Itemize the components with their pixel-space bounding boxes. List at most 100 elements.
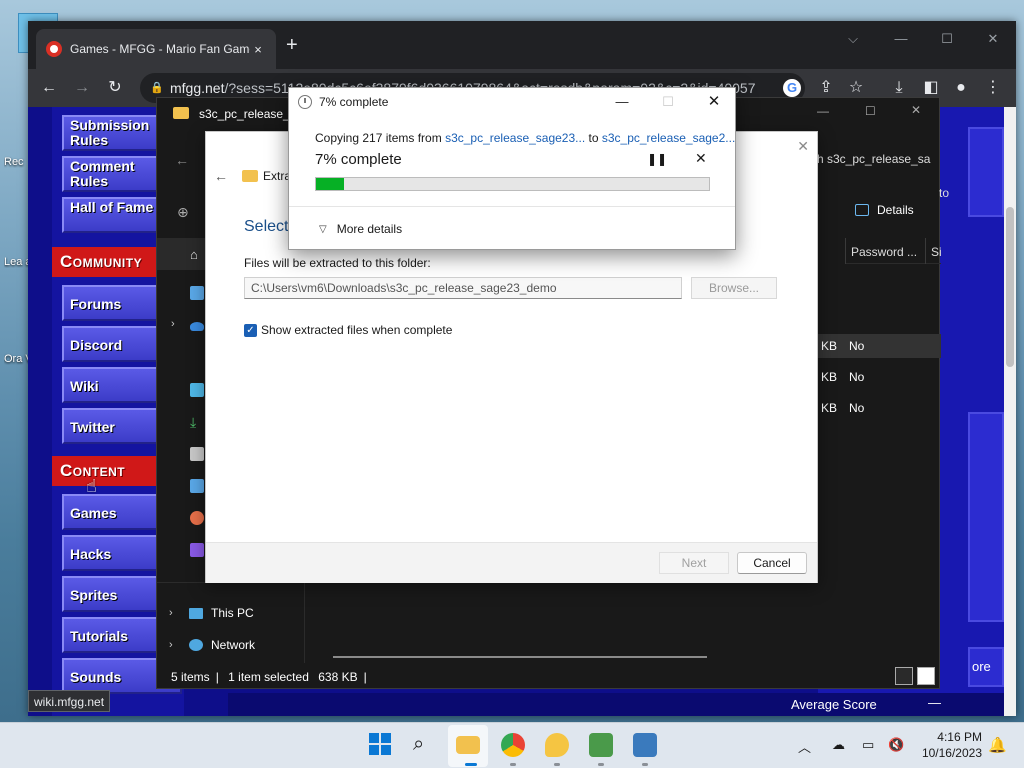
search-icon[interactable]: ⌕	[413, 733, 437, 757]
chat-taskbar-icon[interactable]	[545, 733, 569, 757]
videos-icon[interactable]	[190, 543, 204, 557]
url-host: mfgg.net	[170, 80, 225, 96]
wizard-close-icon[interactable]: ✕	[797, 138, 809, 155]
share-icon[interactable]: ⇪	[815, 77, 837, 99]
chevron-up-icon[interactable]: ︿	[798, 737, 811, 756]
destination-link[interactable]: s3c_pc_release_sage2...	[602, 131, 735, 145]
chrome-taskbar-icon[interactable]	[501, 733, 525, 757]
taskbar-clock[interactable]: 4:16 PM 10/16/2023	[912, 729, 982, 761]
app-taskbar-icon[interactable]	[589, 733, 613, 757]
pause-icon[interactable]: ❚❚	[647, 152, 667, 166]
documents-icon[interactable]	[190, 447, 204, 461]
folder-icon	[173, 107, 189, 119]
source-link[interactable]: s3c_pc_release_sage23...	[445, 131, 585, 145]
more-details-toggle[interactable]: ▽ More details	[319, 222, 402, 236]
browse-button[interactable]: Browse...	[691, 277, 777, 299]
progress-titlebar: 7% complete — ☐ ✕	[289, 88, 735, 116]
horizontal-scrollbar[interactable]	[333, 656, 707, 658]
status-separator: |	[215, 670, 219, 684]
desktop-folder-icon[interactable]	[190, 383, 204, 397]
close-button[interactable]: ✕	[970, 25, 1016, 53]
new-icon[interactable]: ⊕	[177, 204, 189, 221]
checkmark-icon[interactable]: ✓	[244, 323, 257, 337]
file-row[interactable]: KB No	[817, 396, 941, 420]
download-icon[interactable]: ⤓	[888, 77, 910, 99]
details-button[interactable]: Details	[855, 203, 914, 217]
maximize-button[interactable]: ☐	[924, 25, 970, 53]
downloads-icon[interactable]: ⤓	[190, 415, 204, 429]
password-column-header[interactable]: Password ...	[851, 245, 917, 259]
destination-path-input[interactable]: C:\Users\vm6\Downloads\s3c_pc_release_sa…	[244, 277, 682, 299]
google-icon[interactable]: G	[783, 79, 801, 97]
mfgg-panel	[968, 127, 1004, 217]
network-tray-icon[interactable]: ☁	[832, 737, 845, 753]
file-row[interactable]: KB No	[817, 365, 941, 389]
average-score-dash: —	[928, 695, 941, 710]
progress-close-button[interactable]: ✕	[691, 91, 737, 113]
nav-network[interactable]: › Network	[169, 638, 255, 652]
minimize-button[interactable]: —	[878, 25, 924, 53]
selection-count: 1 item selected	[228, 670, 309, 684]
running-indicator	[598, 763, 604, 766]
back-icon[interactable]: ←	[38, 77, 60, 99]
file-explorer-taskbar-icon[interactable]	[456, 736, 480, 754]
notification-bell-icon[interactable]: 🔔	[988, 736, 1007, 754]
size-column-header[interactable]: Si	[931, 245, 942, 259]
display-tray-icon[interactable]: ▭	[862, 737, 874, 753]
reload-icon[interactable]: ↻	[104, 77, 126, 99]
pictures-icon[interactable]	[190, 479, 204, 493]
menu-icon[interactable]: ⋮	[982, 77, 1004, 99]
page-scrollbar[interactable]	[1004, 107, 1016, 716]
monitor-taskbar-icon[interactable]	[633, 733, 657, 757]
explorer-back-icon[interactable]: ←	[175, 152, 189, 168]
explorer-partial-text: to	[939, 186, 950, 200]
show-files-checkbox[interactable]: ✓ Show extracted files when complete	[244, 323, 452, 337]
music-icon[interactable]	[190, 511, 204, 525]
clock-icon	[298, 95, 312, 109]
explorer-close-button[interactable]: ✕	[911, 103, 921, 117]
gallery-icon[interactable]	[190, 286, 204, 300]
explorer-search-box[interactable]: h s3c_pc_release_sa	[817, 152, 930, 166]
mouse-cursor-icon: ☝	[86, 476, 97, 496]
mfgg-panel	[968, 412, 1004, 622]
column-divider	[925, 238, 926, 264]
home-icon: ⌂	[190, 247, 198, 262]
wizard-footer: Next Cancel	[206, 542, 817, 583]
progress-bar-fill	[316, 178, 344, 190]
windows-start-icon[interactable]	[369, 733, 393, 757]
tab-search-chevron-icon[interactable]: ⌵	[830, 25, 876, 53]
new-tab-button[interactable]: +	[286, 35, 298, 55]
wizard-back-icon[interactable]: ←	[214, 168, 228, 184]
profile-icon[interactable]: ●	[950, 77, 972, 99]
tab-close-icon[interactable]: ×	[250, 42, 266, 57]
forward-icon[interactable]: →	[71, 77, 93, 99]
chevron-right-icon[interactable]: ›	[169, 639, 189, 651]
percent-complete-label: 7% complete	[315, 151, 402, 168]
progress-minimize-button[interactable]: —	[599, 91, 645, 113]
tab-strip: Games - MFGG - Mario Fan Games × + ⌵ — ☐…	[28, 21, 1016, 69]
file-row[interactable]: KB No	[817, 334, 941, 358]
expand-chevron-icon[interactable]: ›	[171, 318, 175, 330]
file-size: KB	[821, 339, 838, 353]
destination-label: Files will be extracted to this folder:	[244, 256, 431, 270]
wizard-cancel-button[interactable]: Cancel	[737, 552, 807, 574]
tiles-view-icon[interactable]	[917, 667, 935, 685]
volume-muted-icon[interactable]: 🔇	[888, 737, 904, 753]
bookmark-star-icon[interactable]: ☆	[845, 77, 867, 99]
nav-this-pc[interactable]: › This PC	[169, 606, 254, 620]
wizard-heading: Select	[244, 218, 289, 235]
onedrive-icon[interactable]	[190, 322, 204, 331]
next-button[interactable]: Next	[659, 552, 729, 574]
details-label: Details	[877, 203, 914, 217]
chevron-right-icon[interactable]: ›	[169, 607, 189, 619]
clock-time: 4:16 PM	[937, 730, 982, 744]
tab-title: Games - MFGG - Mario Fan Games	[70, 42, 250, 56]
cancel-copy-icon[interactable]: ✕	[695, 150, 707, 167]
explorer-minimize-button[interactable]: —	[817, 104, 829, 118]
column-headers: Password ... Si	[845, 238, 942, 264]
details-view-icon[interactable]	[895, 667, 913, 685]
explorer-maximize-button[interactable]: ☐	[865, 104, 876, 118]
side-panel-icon[interactable]: ◧	[920, 77, 942, 99]
scrollbar-thumb[interactable]	[1006, 207, 1014, 367]
browser-tab[interactable]: Games - MFGG - Mario Fan Games ×	[36, 29, 276, 69]
